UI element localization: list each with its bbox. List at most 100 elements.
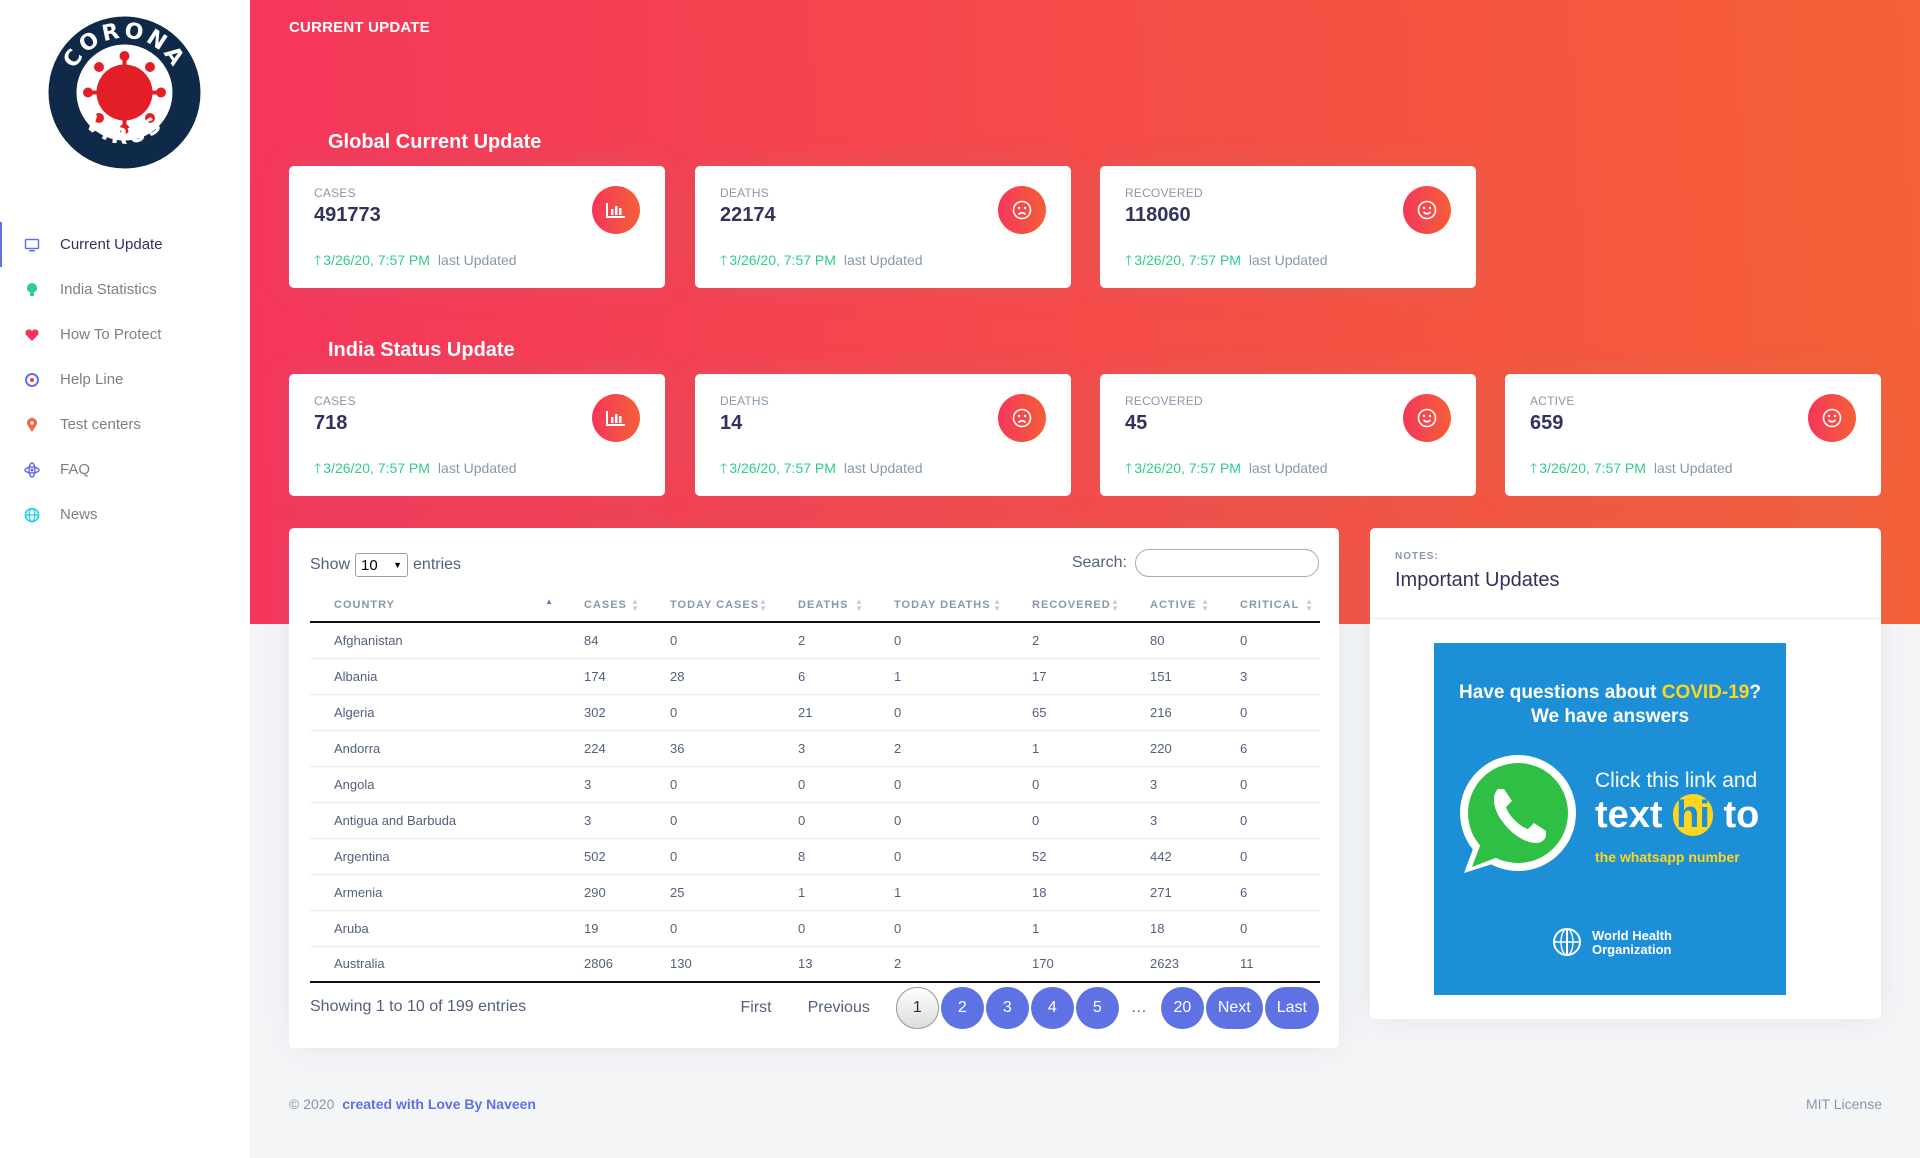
sidebar-item-label: News	[60, 506, 98, 523]
sidebar-item-label: FAQ	[60, 461, 91, 478]
table-cell: 0	[1216, 694, 1320, 731]
col-deaths[interactable]: DEATHS ▲ ▼	[774, 588, 870, 623]
banner-text-a: text	[1595, 794, 1674, 836]
arrow-up-icon: 🡑	[314, 252, 322, 268]
credit-link[interactable]: created with Love By Naveen	[342, 1096, 536, 1112]
sidebar-item-faq[interactable]: FAQ	[0, 447, 250, 492]
notes-label: NOTES:	[1395, 551, 1439, 562]
table-cell: 220	[1126, 730, 1216, 767]
table-cell: 25	[646, 874, 774, 911]
table-cell: Afghanistan	[310, 622, 560, 659]
banner-text-b: to	[1712, 794, 1760, 836]
column-label: TODAY CASES	[670, 598, 760, 611]
page-button-5[interactable]: 5	[1075, 987, 1119, 1029]
table-cell: 2623	[1126, 946, 1216, 983]
table-row[interactable]: Albania 174 28 6 1 17 151 3	[310, 658, 1320, 695]
table-cell: 3	[1126, 766, 1216, 803]
table-cell: 0	[1216, 910, 1320, 947]
global-cases-card: CASES 491773 🡑 3/26/20, 7:57 PM last Updat…	[289, 166, 665, 288]
banner-question-end: ?	[1749, 682, 1761, 703]
license-link[interactable]: MIT License	[1806, 1096, 1882, 1112]
table-cell: Angola	[310, 766, 560, 803]
page-size-control: Show 10 ▼ entries	[310, 553, 461, 577]
who-logo: World Health Organization	[1548, 925, 1672, 961]
page-size-value: 10	[361, 556, 378, 574]
sort-icon: ▲ ▼	[1305, 597, 1314, 613]
table-cell: 502	[560, 838, 646, 875]
table-cell: 2	[870, 946, 1008, 983]
card-date: 3/26/20, 7:57 PM	[1134, 252, 1241, 268]
table-cell: 151	[1126, 658, 1216, 695]
page-title[interactable]: CURRENT UPDATE	[289, 19, 430, 36]
page-button-3[interactable]: 3	[985, 987, 1029, 1029]
table-cell: Argentina	[310, 838, 560, 875]
sidebar-item-test-centers[interactable]: Test centers	[0, 402, 250, 447]
first-page-button[interactable]: First	[728, 987, 783, 1029]
table-info: Showing 1 to 10 of 199 entries	[310, 998, 527, 1015]
corona-virus-logo[interactable]: CORONA VIRUS	[48, 16, 201, 169]
table-cell: 11	[1216, 946, 1320, 983]
table-row[interactable]: Andorra 224 36 3 2 1 220 6	[310, 730, 1320, 767]
page-button-2[interactable]: 2	[940, 987, 984, 1029]
col-critical[interactable]: CRITICAL ▲ ▼	[1216, 588, 1320, 623]
table-cell: 0	[1008, 766, 1126, 803]
page-size-select[interactable]: 10 ▼	[355, 553, 409, 577]
col-country[interactable]: COUNTRY ▲	[310, 588, 560, 623]
support-icon	[24, 372, 40, 388]
card-note: last Updated	[1248, 252, 1328, 268]
table-row[interactable]: Angola 3 0 0 0 0 3 0	[310, 766, 1320, 803]
table-cell: 1	[1008, 910, 1126, 947]
page-button-20[interactable]: 20	[1160, 987, 1204, 1029]
sidebar-item-current-update[interactable]: Current Update	[0, 222, 250, 267]
last-page-button[interactable]: Last	[1264, 987, 1319, 1029]
table-cell: 0	[646, 766, 774, 803]
col-today-deaths[interactable]: TODAY DEATHS ▲ ▼	[870, 588, 1008, 623]
table-cell: 19	[560, 910, 646, 947]
table-row[interactable]: Algeria 302 0 21 0 65 216 0	[310, 694, 1320, 731]
page-button-1[interactable]: 1	[895, 987, 939, 1029]
table-cell: 170	[1008, 946, 1126, 983]
col-cases[interactable]: CASES ▲ ▼	[560, 588, 646, 623]
table-cell: 21	[774, 694, 870, 731]
card-label: RECOVERED	[1125, 186, 1203, 200]
india-active-card: ACTIVE 659 🡑 3/26/20, 7:57 PM last Updated	[1505, 374, 1881, 496]
table-cell: 3	[560, 766, 646, 803]
col-recovered[interactable]: RECOVERED ▲ ▼	[1008, 588, 1126, 623]
india-recovered-card: RECOVERED 45 🡑 3/26/20, 7:57 PM last Updat…	[1100, 374, 1476, 496]
column-label: DEATHS	[798, 598, 849, 611]
sidebar-item-india-statistics[interactable]: India Statistics	[0, 267, 250, 312]
card-label: CASES	[314, 394, 356, 408]
table-cell: Albania	[310, 658, 560, 695]
sidebar-item-label: Current Update	[60, 236, 163, 253]
table-cell: 0	[1008, 802, 1126, 839]
card-note: last Updated	[843, 460, 923, 476]
table-row[interactable]: Argentina 502 0 8 0 52 442 0	[310, 838, 1320, 875]
table-cell: 174	[560, 658, 646, 695]
table-cell: 52	[1008, 838, 1126, 875]
sidebar-item-label: Test centers	[60, 416, 141, 433]
whatsapp-banner[interactable]: Have questions about COVID-19? We have a…	[1434, 643, 1786, 995]
page-button-4[interactable]: 4	[1030, 987, 1074, 1029]
previous-page-button[interactable]: Previous	[796, 987, 882, 1029]
table-row[interactable]: Afghanistan 84 0 2 0 2 80 0	[310, 622, 1320, 659]
table-row[interactable]: Armenia 290 25 1 1 18 271 6	[310, 874, 1320, 911]
sidebar-item-news[interactable]: News	[0, 492, 250, 537]
search-input[interactable]	[1135, 549, 1319, 577]
card-value: 118060	[1125, 204, 1191, 226]
global-section-title: Global Current Update	[328, 131, 542, 153]
sidebar-item-how-to-protect[interactable]: How To Protect	[0, 312, 250, 357]
card-footer: 🡑 3/26/20, 7:57 PM last Updated	[720, 250, 923, 274]
sidebar-item-help-line[interactable]: Help Line	[0, 357, 250, 402]
heart-icon	[24, 327, 40, 343]
card-date: 3/26/20, 7:57 PM	[729, 252, 836, 268]
table-row[interactable]: Australia 2806 130 13 2 170 2623 11	[310, 946, 1320, 983]
next-page-button[interactable]: Next	[1205, 987, 1263, 1029]
sort-icon: ▲ ▼	[1201, 597, 1210, 613]
card-date: 3/26/20, 7:57 PM	[729, 460, 836, 476]
col-active[interactable]: ACTIVE ▲ ▼	[1126, 588, 1216, 623]
table-row[interactable]: Antigua and Barbuda 3 0 0 0 0 3 0	[310, 802, 1320, 839]
smile-face-icon	[1808, 394, 1856, 442]
table-row[interactable]: Aruba 19 0 0 0 1 18 0	[310, 910, 1320, 947]
col-today-cases[interactable]: TODAY CASES ▲ ▼	[646, 588, 774, 623]
table-cell: 3	[1126, 802, 1216, 839]
